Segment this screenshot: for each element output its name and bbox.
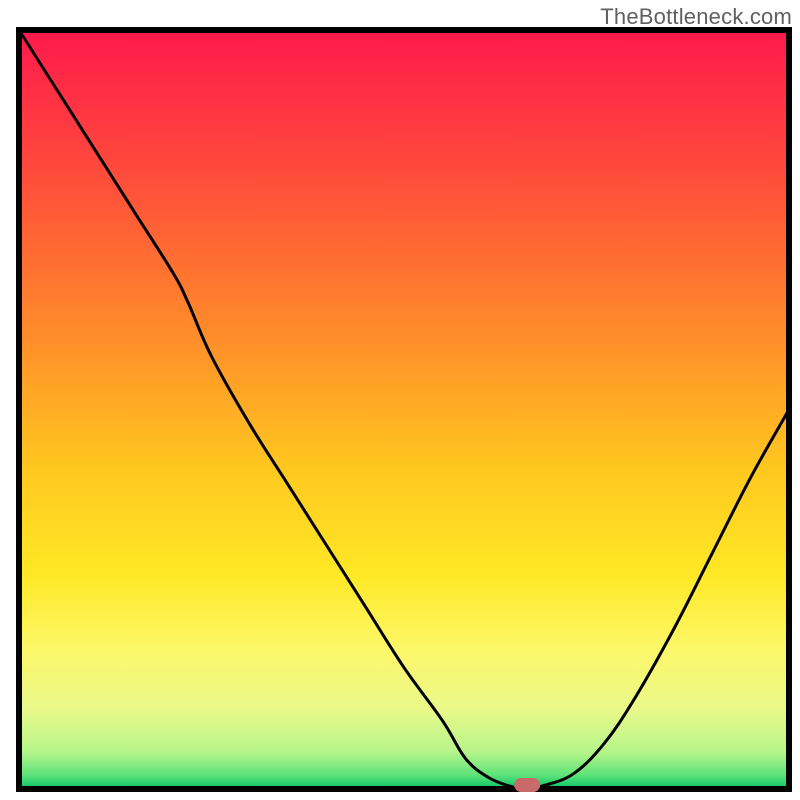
bottleneck-chart: [0, 0, 800, 800]
minimum-marker: [514, 778, 540, 792]
chart-background-gradient: [22, 33, 786, 786]
chart-container: TheBottleneck.com: [0, 0, 800, 800]
attribution-text: TheBottleneck.com: [600, 4, 792, 30]
